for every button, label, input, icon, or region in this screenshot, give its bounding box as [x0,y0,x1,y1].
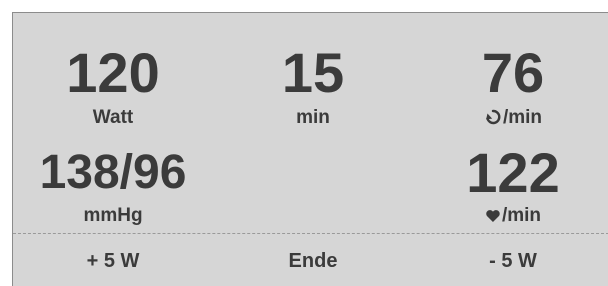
blood-pressure-unit: mmHg [83,205,143,226]
cadence-unit: /min [502,107,543,128]
heart-rate-value: 122 [466,141,560,204]
time-unit: min [296,107,330,128]
cadence-unit-label: /min [484,107,542,132]
heart-rate-unit: /min [501,205,542,226]
power-value: 120 [66,41,160,104]
decrease-power-button[interactable]: - 5 W [433,239,593,283]
dashed-divider [13,233,608,234]
power-unit: Watt [92,107,134,128]
increase-power-button[interactable]: + 5 W [33,239,193,283]
heart-icon [485,208,501,230]
blood-pressure-value: 138/96 [39,146,187,199]
time-value: 15 [281,41,345,104]
heart-rate-unit-label: /min [485,205,541,230]
ergometer-panel: 120 Watt 15 min 76 /min 138/96 mmHg 122 … [12,12,608,286]
end-button[interactable]: Ende [233,239,393,283]
rotation-icon [484,108,502,132]
cadence-value: 76 [481,41,545,104]
